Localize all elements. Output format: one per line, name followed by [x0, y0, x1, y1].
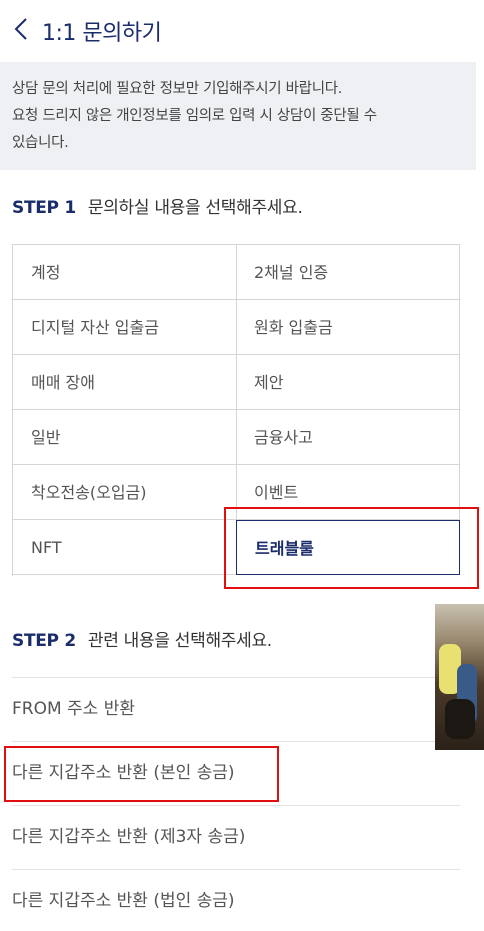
- category-option[interactable]: 일반: [13, 410, 237, 465]
- category-option[interactable]: 계정: [13, 245, 237, 300]
- notice-line: 요청 드리지 않은 개인정보를 임의로 입력 시 상담이 중단될 수: [12, 108, 377, 124]
- list-item[interactable]: 다른 지갑주소 반환 (법인 송금): [12, 869, 460, 931]
- photo-thumbnail: [435, 604, 484, 750]
- step2-text: 관련 내용을 선택해주세요.: [87, 631, 272, 651]
- category-option[interactable]: 금융사고: [236, 410, 460, 465]
- step2-heading: STEP 2 관련 내용을 선택해주세요.: [12, 626, 272, 651]
- notice-line: 상담 문의 처리에 필요한 정보만 기입해주시기 바랍니다.: [12, 81, 343, 97]
- step1-label: STEP 1: [12, 198, 76, 218]
- category-option[interactable]: 착오전송(오입금): [13, 465, 237, 520]
- category-option[interactable]: 이벤트: [236, 465, 460, 520]
- category-grid: 계정 2채널 인증 디지털 자산 입출금 원화 입출금 매매 장애 제안 일반 …: [12, 244, 460, 576]
- list-item[interactable]: 다른 지갑주소 반환 (제3자 송금): [12, 805, 460, 867]
- back-button[interactable]: [8, 14, 36, 44]
- notice-line: 있습니다.: [12, 135, 69, 151]
- category-option-selected[interactable]: 트래블룰: [236, 520, 460, 575]
- category-option[interactable]: 원화 입출금: [236, 300, 460, 355]
- chevron-left-icon: [14, 18, 27, 40]
- header: 1:1 문의하기: [0, 0, 484, 58]
- step1-text: 문의하실 내용을 선택해주세요.: [87, 198, 303, 218]
- category-option[interactable]: 2채널 인증: [236, 245, 460, 300]
- page-title: 1:1 문의하기: [42, 21, 162, 46]
- list-item[interactable]: FROM 주소 반환: [12, 677, 460, 739]
- category-option[interactable]: 제안: [236, 355, 460, 410]
- notice-box: 상담 문의 처리에 필요한 정보만 기입해주시기 바랍니다. 요청 드리지 않은…: [0, 62, 476, 170]
- step2-label: STEP 2: [12, 631, 76, 651]
- category-option[interactable]: 디지털 자산 입출금: [13, 300, 237, 355]
- category-option[interactable]: 매매 장애: [13, 355, 237, 410]
- category-option[interactable]: NFT: [13, 520, 237, 575]
- list-item[interactable]: 다른 지갑주소 반환 (본인 송금): [12, 741, 460, 803]
- step1-heading: STEP 1 문의하실 내용을 선택해주세요.: [12, 193, 303, 218]
